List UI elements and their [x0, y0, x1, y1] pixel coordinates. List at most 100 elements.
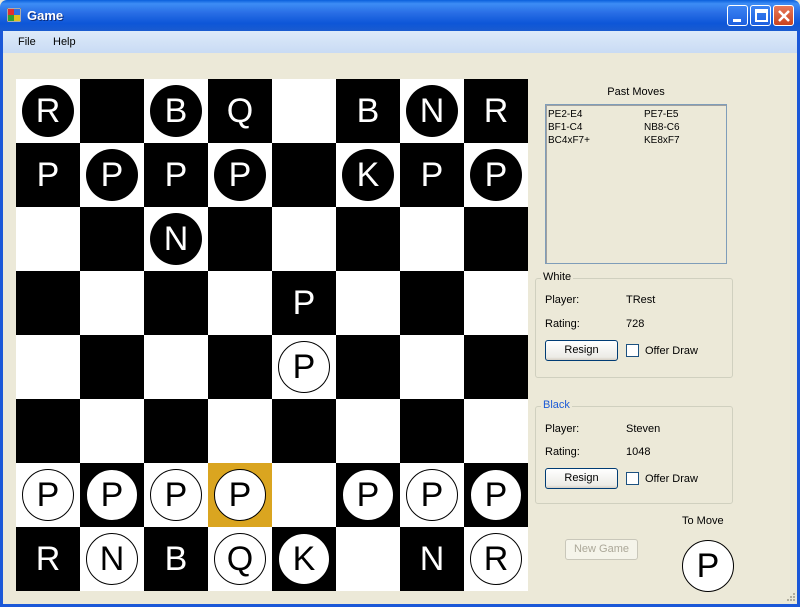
square-b7[interactable]: P — [80, 143, 144, 207]
piece-p[interactable]: P — [406, 149, 458, 201]
square-e5[interactable]: P — [272, 271, 336, 335]
piece-q[interactable]: Q — [214, 533, 266, 585]
square-f7[interactable]: K — [336, 143, 400, 207]
piece-r[interactable]: R — [22, 85, 74, 137]
square-g7[interactable]: P — [400, 143, 464, 207]
square-a7[interactable]: P — [16, 143, 80, 207]
square-f1[interactable] — [336, 527, 400, 591]
piece-p[interactable]: P — [86, 149, 138, 201]
piece-p[interactable]: P — [470, 149, 522, 201]
piece-p[interactable]: P — [150, 469, 202, 521]
square-d1[interactable]: Q — [208, 527, 272, 591]
square-e4[interactable]: P — [272, 335, 336, 399]
square-a1[interactable]: R — [16, 527, 80, 591]
piece-p[interactable]: P — [278, 341, 330, 393]
piece-n[interactable]: N — [150, 213, 202, 265]
square-c3[interactable] — [144, 399, 208, 463]
square-d7[interactable]: P — [208, 143, 272, 207]
piece-p[interactable]: P — [22, 149, 74, 201]
square-e7[interactable] — [272, 143, 336, 207]
square-g5[interactable] — [400, 271, 464, 335]
square-e1[interactable]: K — [272, 527, 336, 591]
square-f8[interactable]: B — [336, 79, 400, 143]
square-b5[interactable] — [80, 271, 144, 335]
square-h2[interactable]: P — [464, 463, 528, 527]
piece-r[interactable]: R — [22, 533, 74, 585]
black-resign-button[interactable]: Resign — [545, 468, 618, 489]
piece-p[interactable]: P — [342, 469, 394, 521]
title-bar[interactable]: Game — [0, 0, 800, 31]
piece-p[interactable]: P — [278, 277, 330, 329]
square-a8[interactable]: R — [16, 79, 80, 143]
piece-p[interactable]: P — [406, 469, 458, 521]
piece-b[interactable]: B — [342, 85, 394, 137]
square-e3[interactable] — [272, 399, 336, 463]
square-h4[interactable] — [464, 335, 528, 399]
white-offer-draw-checkbox[interactable] — [626, 344, 639, 357]
square-a4[interactable] — [16, 335, 80, 399]
square-b4[interactable] — [80, 335, 144, 399]
square-g2[interactable]: P — [400, 463, 464, 527]
maximize-button[interactable] — [750, 5, 771, 26]
menu-file[interactable]: File — [18, 36, 36, 48]
square-h5[interactable] — [464, 271, 528, 335]
square-d2[interactable]: P — [208, 463, 272, 527]
square-g3[interactable] — [400, 399, 464, 463]
black-offer-draw-checkbox[interactable] — [626, 472, 639, 485]
piece-k[interactable]: K — [342, 149, 394, 201]
piece-p[interactable]: P — [214, 149, 266, 201]
piece-p[interactable]: P — [86, 469, 138, 521]
square-g1[interactable]: N — [400, 527, 464, 591]
square-h7[interactable]: P — [464, 143, 528, 207]
new-game-button[interactable]: New Game — [565, 539, 638, 560]
square-e2[interactable] — [272, 463, 336, 527]
square-g4[interactable] — [400, 335, 464, 399]
square-h3[interactable] — [464, 399, 528, 463]
menu-help[interactable]: Help — [53, 36, 76, 48]
square-d5[interactable] — [208, 271, 272, 335]
square-e8[interactable] — [272, 79, 336, 143]
piece-r[interactable]: R — [470, 85, 522, 137]
piece-p[interactable]: P — [150, 149, 202, 201]
piece-p[interactable]: P — [214, 469, 266, 521]
square-h1[interactable]: R — [464, 527, 528, 591]
square-f5[interactable] — [336, 271, 400, 335]
white-offer-draw-label[interactable]: Offer Draw — [645, 345, 698, 357]
chess-board[interactable]: RBQBNRPPPPKPPNPPPPPPPPPRNBQKNR — [16, 79, 528, 591]
square-b1[interactable]: N — [80, 527, 144, 591]
past-moves-list[interactable]: PE2-E4 BF1-C4 BC4xF7+ PE7-E5 NB8-C6 KE8xF7 — [545, 104, 727, 264]
square-h8[interactable]: R — [464, 79, 528, 143]
square-d6[interactable] — [208, 207, 272, 271]
square-c2[interactable]: P — [144, 463, 208, 527]
piece-k[interactable]: K — [278, 533, 330, 585]
minimize-button[interactable] — [727, 5, 748, 26]
piece-n[interactable]: N — [86, 533, 138, 585]
square-d4[interactable] — [208, 335, 272, 399]
square-b3[interactable] — [80, 399, 144, 463]
piece-n[interactable]: N — [406, 85, 458, 137]
square-b2[interactable]: P — [80, 463, 144, 527]
square-a2[interactable]: P — [16, 463, 80, 527]
square-a3[interactable] — [16, 399, 80, 463]
square-h6[interactable] — [464, 207, 528, 271]
square-f4[interactable] — [336, 335, 400, 399]
square-a6[interactable] — [16, 207, 80, 271]
square-d8[interactable]: Q — [208, 79, 272, 143]
square-g6[interactable] — [400, 207, 464, 271]
square-c4[interactable] — [144, 335, 208, 399]
close-button[interactable] — [773, 5, 794, 26]
piece-p[interactable]: P — [22, 469, 74, 521]
square-c8[interactable]: B — [144, 79, 208, 143]
square-g8[interactable]: N — [400, 79, 464, 143]
piece-n[interactable]: N — [406, 533, 458, 585]
square-d3[interactable] — [208, 399, 272, 463]
square-f6[interactable] — [336, 207, 400, 271]
square-b8[interactable] — [80, 79, 144, 143]
square-c5[interactable] — [144, 271, 208, 335]
piece-b[interactable]: B — [150, 533, 202, 585]
square-a5[interactable] — [16, 271, 80, 335]
piece-q[interactable]: Q — [214, 85, 266, 137]
square-b6[interactable] — [80, 207, 144, 271]
square-f2[interactable]: P — [336, 463, 400, 527]
square-c1[interactable]: B — [144, 527, 208, 591]
